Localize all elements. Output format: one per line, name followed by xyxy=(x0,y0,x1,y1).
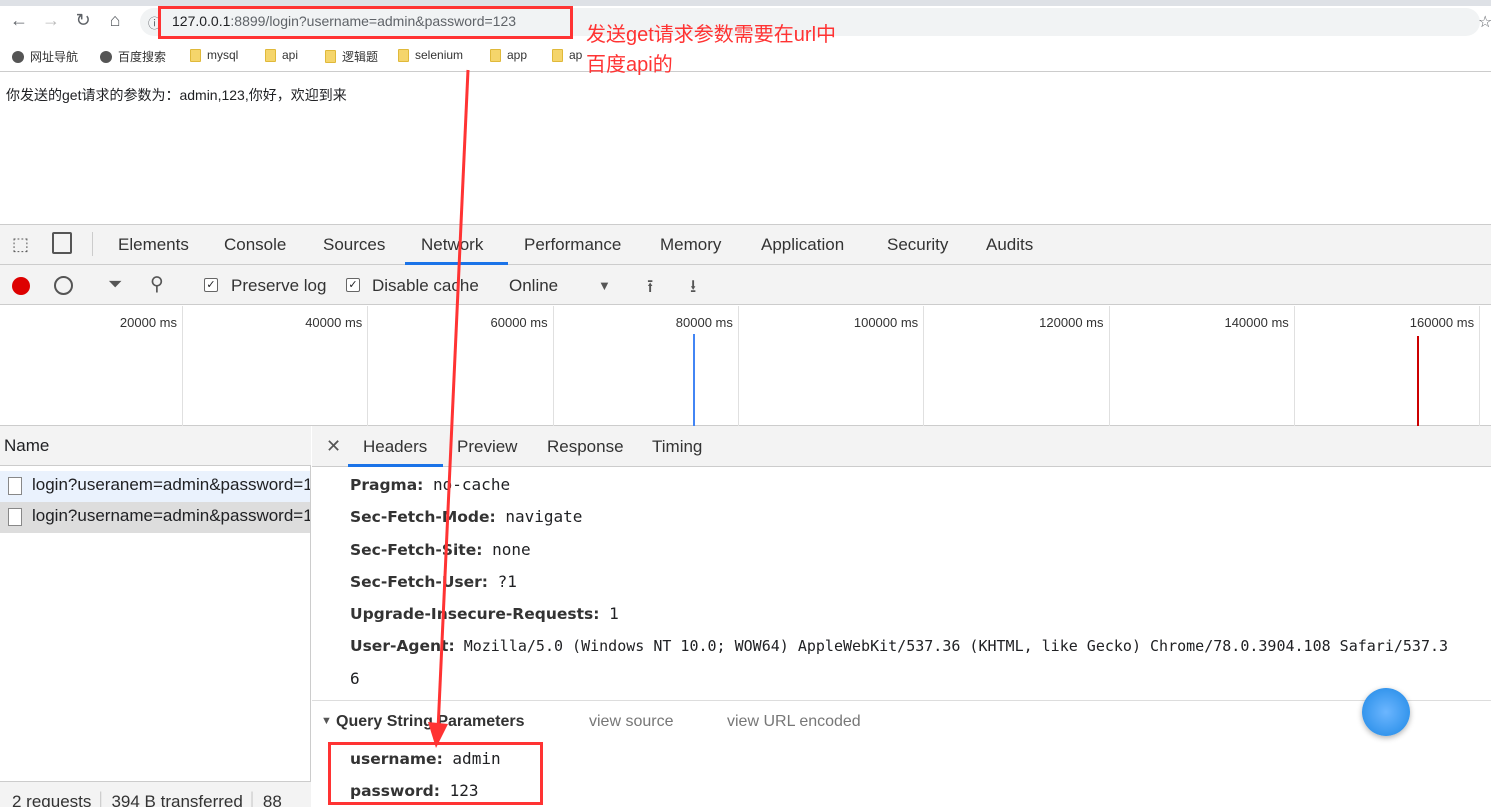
annotation-arrow xyxy=(428,69,470,748)
